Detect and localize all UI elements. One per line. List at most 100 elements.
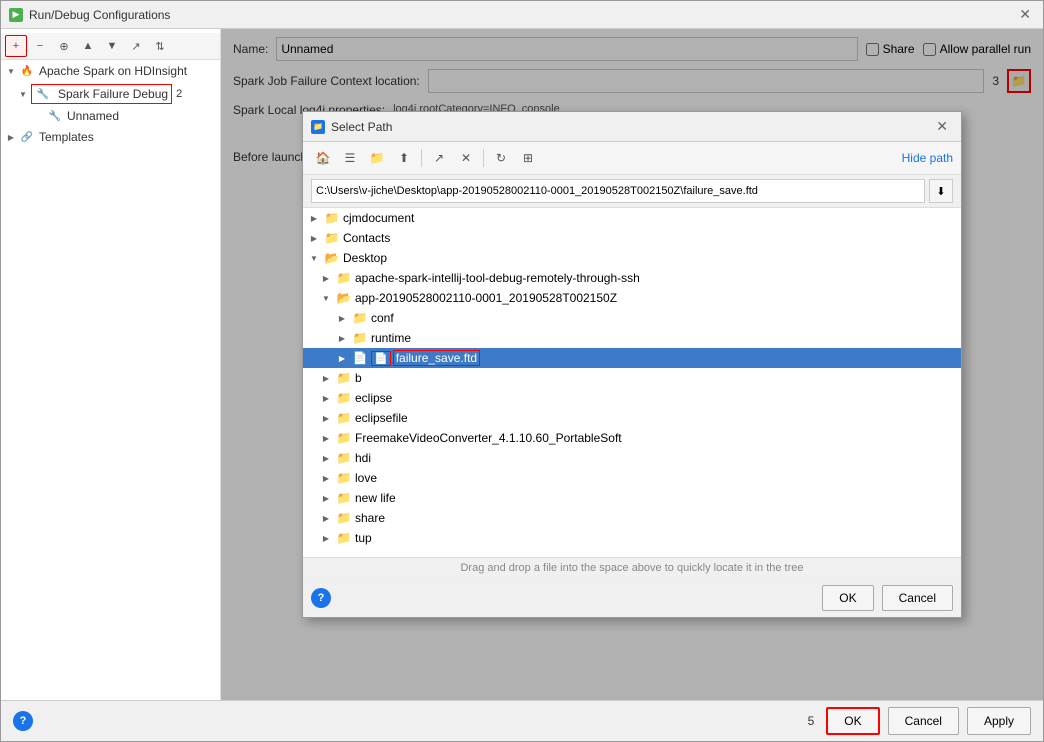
nav-new-folder-button[interactable]: 📁 bbox=[365, 146, 389, 170]
sidebar-toolbar: + − ⊕ ▲ ▼ ↗ ⇅ bbox=[1, 33, 220, 60]
dialog-cancel-button[interactable]: Cancel bbox=[882, 585, 953, 611]
tree-item-conf[interactable]: ▶ 📁 conf bbox=[303, 308, 961, 328]
label-new-life: new life bbox=[355, 491, 396, 505]
folder-icon-runtime: 📁 bbox=[352, 330, 368, 346]
sidebar-item-apache-spark[interactable]: ▼ 🔥 Apache Spark on HDInsight bbox=[1, 60, 220, 82]
path-download-button[interactable]: ⬇ bbox=[929, 179, 953, 203]
failure-save-badge: 📄 bbox=[371, 351, 391, 366]
dialog-close-icon[interactable]: ✕ bbox=[931, 116, 953, 137]
right-panel: Name: Share Allow parallel run Spark Job… bbox=[221, 29, 1043, 700]
path-bar: ⬇ bbox=[303, 175, 961, 208]
help-icon[interactable]: ? bbox=[13, 711, 33, 731]
nav-refresh-button[interactable]: ↻ bbox=[489, 146, 513, 170]
tree-item-desktop[interactable]: ▼ 📂 Desktop bbox=[303, 248, 961, 268]
sidebar-item-unnamed[interactable]: 🔧 Unnamed bbox=[1, 106, 220, 126]
tree-item-b[interactable]: ▶ 📁 b bbox=[303, 368, 961, 388]
unnamed-icon: 🔧 bbox=[47, 108, 63, 124]
copy-config-button[interactable]: ⊕ bbox=[53, 35, 75, 57]
tree-item-runtime[interactable]: ▶ 📁 runtime bbox=[303, 328, 961, 348]
main-content: + − ⊕ ▲ ▼ ↗ ⇅ ▼ 🔥 Apache Spark on HDInsi… bbox=[1, 29, 1043, 700]
ok-button[interactable]: OK bbox=[826, 707, 879, 735]
tree-item-hdi[interactable]: ▶ 📁 hdi bbox=[303, 448, 961, 468]
apply-button[interactable]: Apply bbox=[967, 707, 1031, 735]
arrow-cjmdocument: ▶ bbox=[307, 211, 321, 225]
arrow-freemake: ▶ bbox=[319, 431, 333, 445]
run-debug-icon: ▶ bbox=[9, 8, 23, 22]
tree-item-freemake[interactable]: ▶ 📁 FreemakeVideoConverter_4.1.10.60_Por… bbox=[303, 428, 961, 448]
arrow-failure-save: ▶ bbox=[335, 351, 349, 365]
spark-debug-label: Spark Failure Debug bbox=[58, 87, 168, 101]
nav-home-button[interactable]: 🏠 bbox=[311, 146, 335, 170]
tree-item-cjmdocument[interactable]: ▶ 📁 cjmdocument bbox=[303, 208, 961, 228]
label-apache-spark-folder: apache-spark-intellij-tool-debug-remotel… bbox=[355, 271, 640, 285]
close-icon[interactable]: ✕ bbox=[1015, 4, 1035, 25]
tree-item-eclipse[interactable]: ▶ 📁 eclipse bbox=[303, 388, 961, 408]
folder-icon-cjmdocument: 📁 bbox=[324, 210, 340, 226]
tree-item-failure-save[interactable]: ▶ 📄 📄 failure_save.ftd bbox=[303, 348, 961, 368]
add-config-button[interactable]: + bbox=[5, 35, 27, 57]
dialog-toolbar-left: 🏠 ☰ 📁 ⬆ ↗ ✕ ↻ ⊞ bbox=[311, 146, 540, 170]
label-freemake: FreemakeVideoConverter_4.1.10.60_Portabl… bbox=[355, 431, 622, 445]
sidebar-item-templates[interactable]: ▶ 🔗 Templates bbox=[1, 126, 220, 148]
tree-item-share[interactable]: ▶ 📁 share bbox=[303, 508, 961, 528]
arrow-eclipsefile: ▶ bbox=[319, 411, 333, 425]
label-conf: conf bbox=[371, 311, 394, 325]
folder-icon-eclipsefile: 📁 bbox=[336, 410, 352, 426]
cancel-button[interactable]: Cancel bbox=[888, 707, 959, 735]
label-failure-save: failure_save.ftd bbox=[393, 350, 480, 366]
nav-delete-button[interactable]: ✕ bbox=[454, 146, 478, 170]
move-config-button[interactable]: ↗ bbox=[125, 35, 147, 57]
folder-icon-eclipse: 📁 bbox=[336, 390, 352, 406]
sort-config-button[interactable]: ⇅ bbox=[149, 35, 171, 57]
folder-icon-love: 📁 bbox=[336, 470, 352, 486]
arrow-eclipse: ▶ bbox=[319, 391, 333, 405]
label-eclipse: eclipse bbox=[355, 391, 392, 405]
folder-icon-apache-spark-folder: 📁 bbox=[336, 270, 352, 286]
title-bar: ▶ Run/Debug Configurations ✕ bbox=[1, 1, 1043, 29]
arrow-runtime: ▶ bbox=[335, 331, 349, 345]
arrow-tup: ▶ bbox=[319, 531, 333, 545]
move-down-button[interactable]: ▼ bbox=[101, 35, 123, 57]
arrow-b: ▶ bbox=[319, 371, 333, 385]
arrow-love: ▶ bbox=[319, 471, 333, 485]
folder-icon-freemake: 📁 bbox=[336, 430, 352, 446]
tree-item-love[interactable]: ▶ 📁 love bbox=[303, 468, 961, 488]
hide-path-label[interactable]: Hide path bbox=[902, 151, 953, 165]
move-up-button[interactable]: ▲ bbox=[77, 35, 99, 57]
tree-item-eclipsefile[interactable]: ▶ 📁 eclipsefile bbox=[303, 408, 961, 428]
expand-arrow-apache-spark: ▼ bbox=[5, 65, 17, 77]
label-contacts: Contacts bbox=[343, 231, 390, 245]
nav-folder-up-button[interactable]: ⬆ bbox=[392, 146, 416, 170]
nav-list-button[interactable]: ☰ bbox=[338, 146, 362, 170]
label-eclipsefile: eclipsefile bbox=[355, 411, 408, 425]
folder-icon-b: 📁 bbox=[336, 370, 352, 386]
templates-icon: 🔗 bbox=[19, 129, 35, 145]
window-title: Run/Debug Configurations bbox=[29, 8, 170, 22]
nav-move-button[interactable]: ↗ bbox=[427, 146, 451, 170]
arrow-app-folder: ▼ bbox=[319, 291, 333, 305]
tree-item-tup[interactable]: ▶ 📁 tup bbox=[303, 528, 961, 548]
dialog-ok-button[interactable]: OK bbox=[822, 585, 873, 611]
label-runtime: runtime bbox=[371, 331, 411, 345]
folder-icon-share: 📁 bbox=[336, 510, 352, 526]
apache-spark-label: Apache Spark on HDInsight bbox=[39, 64, 187, 78]
tree-item-apache-spark-folder[interactable]: ▶ 📁 apache-spark-intellij-tool-debug-rem… bbox=[303, 268, 961, 288]
tree-item-app-folder[interactable]: ▼ 📂 app-20190528002110-0001_20190528T002… bbox=[303, 288, 961, 308]
tree-item-new-life[interactable]: ▶ 📁 new life bbox=[303, 488, 961, 508]
sidebar-item-spark-failure-debug[interactable]: ▼ 🔧 Spark Failure Debug 2 bbox=[1, 82, 220, 106]
arrow-conf: ▶ bbox=[335, 311, 349, 325]
modal-overlay: 📁 Select Path ✕ 🏠 ☰ 📁 ⬆ ↗ bbox=[221, 29, 1043, 700]
arrow-desktop: ▼ bbox=[307, 251, 321, 265]
dialog-help-icon[interactable]: ? bbox=[311, 588, 331, 608]
label-love: love bbox=[355, 471, 377, 485]
nav-copy-button[interactable]: ⊞ bbox=[516, 146, 540, 170]
folder-icon-conf: 📁 bbox=[352, 310, 368, 326]
arrow-contacts: ▶ bbox=[307, 231, 321, 245]
arrow-new-life: ▶ bbox=[319, 491, 333, 505]
dialog-title: Select Path bbox=[331, 120, 392, 134]
folder-icon-app-folder: 📂 bbox=[336, 290, 352, 306]
tree-item-contacts[interactable]: ▶ 📁 Contacts bbox=[303, 228, 961, 248]
path-input[interactable] bbox=[311, 179, 925, 203]
remove-config-button[interactable]: − bbox=[29, 35, 51, 57]
label-b: b bbox=[355, 371, 362, 385]
